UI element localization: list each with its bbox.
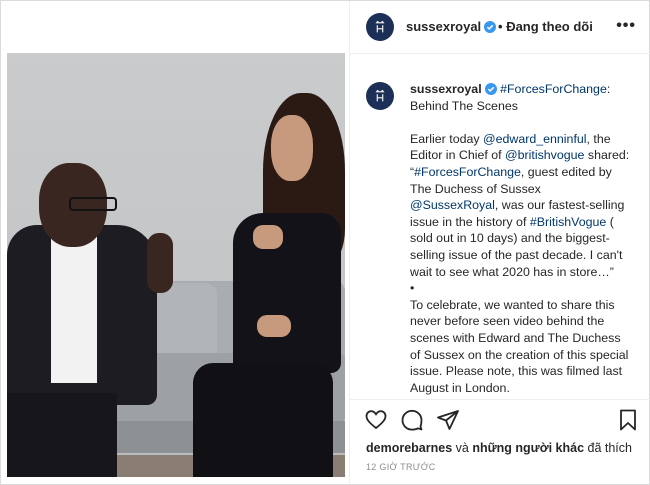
monogram-icon	[375, 20, 385, 33]
post-frame: sussexroyal • Đang theo dõi ••• sussexro…	[0, 0, 650, 485]
monogram-icon	[375, 89, 385, 102]
post-video[interactable]	[7, 53, 345, 477]
likes-suffix: đã thích	[584, 441, 632, 455]
caption-text: sussexroyal #ForcesForChange: Behind The…	[410, 81, 632, 396]
username-link[interactable]: sussexroyal	[406, 19, 481, 34]
mention-link[interactable]: #ForcesForChange	[414, 165, 521, 179]
action-bar	[350, 399, 650, 444]
share-icon[interactable]	[436, 408, 460, 432]
heart-icon[interactable]	[364, 408, 388, 432]
likes-connector: và	[452, 441, 473, 455]
following-button[interactable]: Đang theo dõi	[506, 19, 593, 34]
caption-paragraph-1: Earlier today @edward_enninful, the Edit…	[410, 131, 632, 280]
liker-username[interactable]: demorebarnes	[366, 441, 452, 455]
caption-paragraph-2: To celebrate, we wanted to share this ne…	[410, 297, 629, 395]
person-left	[7, 163, 173, 477]
person-right	[193, 93, 345, 477]
mention-link[interactable]: #BritishVogue	[530, 215, 606, 229]
follow-status[interactable]: • Đang theo dõi	[498, 19, 593, 34]
hashtag-link[interactable]: #ForcesForChange	[500, 82, 607, 96]
caption-text-segment: Earlier today	[410, 131, 484, 146]
caption-area: sussexroyal #ForcesForChange: Behind The…	[350, 54, 650, 399]
post-header: sussexroyal • Đang theo dõi •••	[350, 1, 650, 54]
verified-icon	[484, 21, 497, 33]
mention-link[interactable]: @SussexRoyal	[410, 198, 495, 212]
verified-icon	[484, 83, 497, 95]
separator-dot: •	[498, 19, 503, 34]
more-options-icon[interactable]: •••	[616, 17, 636, 35]
caption-bullet: •	[410, 281, 415, 296]
caption-colon: :	[606, 82, 611, 96]
caption-avatar[interactable]	[366, 82, 394, 110]
post-sidebar: sussexroyal • Đang theo dõi ••• sussexro…	[349, 1, 650, 484]
bookmark-icon[interactable]	[616, 408, 640, 432]
mention-link[interactable]: @edward_enninful	[483, 132, 587, 146]
post-timestamp[interactable]: 12 GIỜ TRƯỚC	[366, 462, 436, 472]
header-username[interactable]: sussexroyal	[406, 19, 497, 34]
caption-username[interactable]: sussexroyal	[410, 82, 482, 96]
media-panel	[1, 1, 349, 484]
likes-line: demorebarnes và những người khác đã thíc…	[366, 441, 632, 455]
mention-link[interactable]: @britishvogue	[505, 148, 584, 162]
comment-icon[interactable]	[400, 408, 424, 432]
likes-others-link[interactable]: những người khác	[472, 441, 584, 455]
avatar[interactable]	[366, 13, 394, 41]
caption-subtitle: Behind The Scenes	[410, 98, 518, 113]
